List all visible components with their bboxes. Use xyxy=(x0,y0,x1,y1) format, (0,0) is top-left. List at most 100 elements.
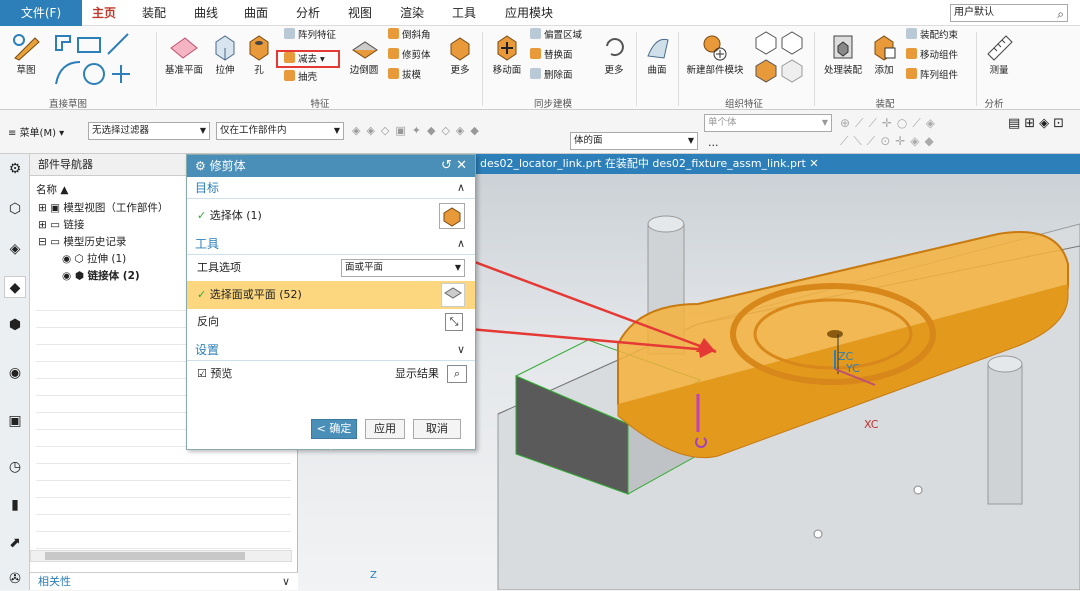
scrollbar-thumb[interactable] xyxy=(45,552,245,560)
move-face-icon xyxy=(497,35,517,61)
delete-face-button[interactable]: 删除面 xyxy=(530,68,573,83)
sketch-button[interactable]: 草图 xyxy=(8,32,44,76)
direct-sketch-group: 直接草图 xyxy=(48,99,87,110)
pattern-component-button[interactable]: 阵列组件 xyxy=(906,68,958,83)
type-filter-dropdown[interactable]: 无选择过滤器 ▼ xyxy=(88,122,210,140)
viewport-tab[interactable]: des02_locator_link.prt 在装配中 des02_fixtur… xyxy=(476,154,1080,174)
assembly-constraint-button[interactable]: 装配约束 xyxy=(906,28,958,43)
hole-button[interactable]: 孔 xyxy=(244,32,274,76)
face-rule-dropdown[interactable]: 体的面 ▼ xyxy=(570,132,698,150)
body-select-icon[interactable] xyxy=(439,203,465,229)
system-material-icon[interactable]: ⬈ xyxy=(4,532,26,554)
preview-checkbox[interactable]: ☑ xyxy=(197,367,207,380)
tool-option-dropdown[interactable]: 面或平面 ▼ xyxy=(341,259,465,277)
handle-assembly-button[interactable]: 处理装配 xyxy=(820,32,866,76)
tab-applications[interactable]: 应用模块 xyxy=(505,0,553,26)
reverse-direction-icon[interactable]: ⤡ xyxy=(445,313,463,331)
measure-button[interactable]: 测量 xyxy=(982,32,1016,76)
yc-label: YC xyxy=(845,362,860,375)
edge-blend-button[interactable]: 边倒圆 xyxy=(346,32,382,76)
reset-icon[interactable]: ↺ xyxy=(441,158,452,173)
assembly-nav-icon[interactable]: ⬡ xyxy=(4,198,26,220)
ok-button[interactable]: < 确定 > xyxy=(311,419,357,453)
more-sync-button[interactable]: 更多 xyxy=(600,32,628,76)
edge-blend-icon xyxy=(352,41,378,59)
role-icon[interactable]: ▮ xyxy=(4,494,26,516)
curve-tools-icon[interactable] xyxy=(50,30,140,88)
refresh-icon xyxy=(606,38,624,57)
tab-render[interactable]: 渲染 xyxy=(400,0,424,26)
scope-dropdown[interactable]: 仅在工作部件内 ▼ xyxy=(216,122,344,140)
extrude-button[interactable]: 拉伸 xyxy=(210,32,240,76)
sync-group: 同步建模 xyxy=(533,99,572,110)
add-component-button[interactable]: 添加 xyxy=(868,32,900,76)
draft-button[interactable]: 拔模 xyxy=(388,68,421,83)
process-studio-icon[interactable]: ✇ xyxy=(4,568,26,590)
show-result-icon[interactable]: ⌕ xyxy=(447,365,467,383)
tab-home[interactable]: 主页 xyxy=(92,0,116,26)
close-tab-icon[interactable]: ✕ xyxy=(809,157,818,170)
tab-assembly[interactable]: 装配 xyxy=(142,0,166,26)
settings-section[interactable]: 设置 ∨ xyxy=(187,339,475,361)
dependencies-panel[interactable]: 相关性 ∨ xyxy=(30,572,298,590)
menu-button[interactable]: ≡ 菜单(M) ▾ xyxy=(8,124,64,139)
resource-bar: ⚙ ⬡ ◈ ◆ ⬢ ◉ ▣ ◷ ▮ ⬈ ✇ xyxy=(0,154,30,590)
file-menu[interactable]: 文件(F) xyxy=(0,0,82,26)
target-section[interactable]: 目标 ∧ xyxy=(187,177,475,199)
snap-point-icons[interactable]: ⊕⟋⟋✛○⟋◈ xyxy=(840,116,940,131)
snap-icons[interactable]: ◈◈◇▣✦◆◇◈◆ xyxy=(352,124,485,137)
palette-icon[interactable]: ▣ xyxy=(4,410,26,432)
new-component-icon xyxy=(703,35,727,61)
move-face-button[interactable]: 移动面 xyxy=(490,32,524,76)
close-icon[interactable]: ✕ xyxy=(456,158,467,173)
menu-bar: 文件(F) 主页 装配 曲线 曲面 分析 视图 渲染 工具 应用模块 用户默认 ⌕ xyxy=(0,0,1080,26)
part-nav-icon[interactable]: ◆ xyxy=(4,276,26,298)
view-icons[interactable]: ▤⊞◈⊡ xyxy=(1008,116,1068,131)
wave-group: 组织特征 xyxy=(724,99,763,110)
wave-tools-icon[interactable] xyxy=(752,30,808,90)
selection-bar: ≡ 菜单(M) ▾ 无选择过滤器 ▼ 仅在工作部件内 ▼ ◈◈◇▣✦◆◇◈◆ 体的面… xyxy=(0,110,1080,154)
tab-surface[interactable]: 曲面 xyxy=(244,0,268,26)
tab-analysis[interactable]: 分析 xyxy=(296,0,320,26)
face-select-icon[interactable] xyxy=(441,283,465,307)
replace-face-button[interactable]: 替换面 xyxy=(530,48,573,63)
shell-button[interactable]: 抽壳 xyxy=(284,70,317,85)
navigator-scrollbar[interactable] xyxy=(30,550,292,562)
chamfer-button[interactable]: 倒斜角 xyxy=(388,28,431,43)
offset-region-button[interactable]: 偏置区域 xyxy=(530,28,582,43)
select-face-row[interactable]: ✓ 选择面或平面 (52) xyxy=(187,281,475,309)
trim-body-button[interactable]: 修剪体 xyxy=(388,48,431,63)
surface-button[interactable]: 曲面 xyxy=(640,32,674,76)
history-icon[interactable]: ◷ xyxy=(4,456,26,478)
role-dropdown[interactable]: 用户默认 ⌕ xyxy=(950,4,1068,22)
settings-icon[interactable]: ⚙ xyxy=(4,158,26,180)
tool-section[interactable]: 工具 ∧ xyxy=(187,233,475,255)
move-component-button[interactable]: 移动组件 xyxy=(906,48,958,63)
more-icon xyxy=(450,37,470,61)
more-dots[interactable]: ... xyxy=(708,136,719,149)
dialog-title-bar[interactable]: ⚙ 修剪体 ↺ ✕ xyxy=(187,155,475,177)
tab-curve[interactable]: 曲线 xyxy=(194,0,218,26)
constraint-nav-icon[interactable]: ◈ xyxy=(4,238,26,260)
body-rule-dropdown[interactable]: 单个体 ▼ xyxy=(704,114,832,132)
search-icon[interactable]: ⌕ xyxy=(1057,6,1064,22)
feature-group: 特征 xyxy=(310,99,330,110)
new-component-button[interactable]: 新建部件模块 xyxy=(682,32,748,76)
handle-assembly-icon xyxy=(833,35,853,59)
hole-icon xyxy=(249,35,269,61)
trim-body-dialog: ⚙ 修剪体 ↺ ✕ 目标 ∧ ✓ 选择体 (1) 工具 ∧ 工具选项 面或平面 ▼ ✓ … xyxy=(186,154,476,453)
subtract-highlight xyxy=(276,50,340,68)
reuse-library-icon[interactable]: ⬢ xyxy=(4,314,26,336)
snap-point-icons-2[interactable]: ⟋⟍⟋⊙✛◈◆ xyxy=(840,134,939,149)
reverse-row: 反向 ⤡ xyxy=(187,309,475,335)
tab-tools[interactable]: 工具 xyxy=(452,0,476,26)
pattern-feature-button[interactable]: 阵列特征 xyxy=(284,28,336,43)
add-component-icon xyxy=(874,35,896,61)
cancel-button[interactable]: 取消 xyxy=(413,419,461,439)
apply-button[interactable]: 应用 xyxy=(365,419,405,439)
select-body-row[interactable]: ✓ 选择体 (1) xyxy=(187,199,475,233)
tab-view[interactable]: 视图 xyxy=(348,0,372,26)
web-browser-icon[interactable]: ◉ xyxy=(4,362,26,384)
more-features-button[interactable]: 更多 xyxy=(446,32,474,76)
datum-plane-button[interactable]: 基准平面 xyxy=(162,32,206,76)
